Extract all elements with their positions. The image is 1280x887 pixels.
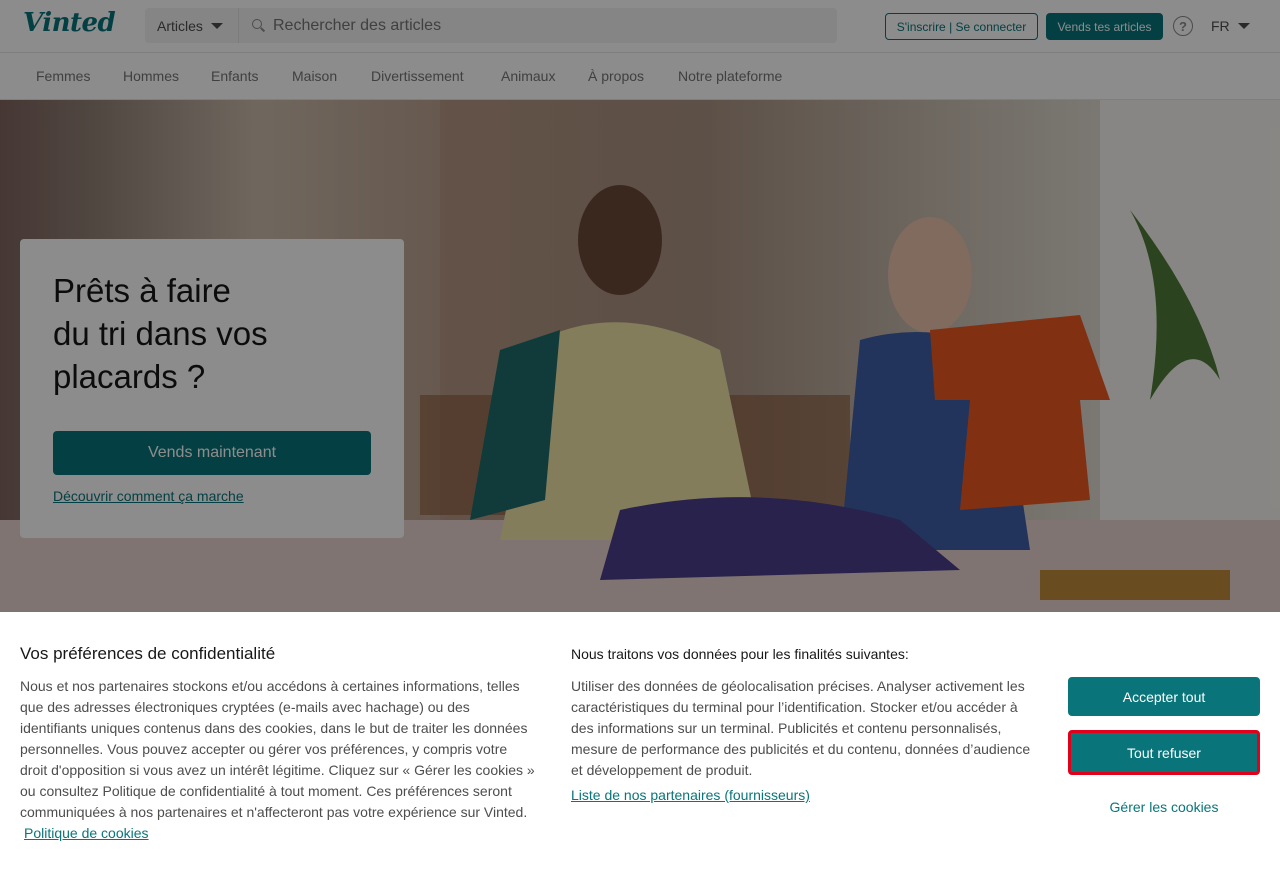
cookie-banner: Vos préférences de confidentialité Nous … bbox=[0, 612, 1280, 887]
purposes-text: Utiliser des données de géolocalisation … bbox=[571, 678, 1031, 778]
purposes-title: Nous traitons vos données pour les final… bbox=[571, 646, 909, 662]
cookie-description-text: Nous et nos partenaires stockons et/ou a… bbox=[20, 678, 535, 820]
manage-cookies-button[interactable]: Gérer les cookies bbox=[1068, 796, 1260, 818]
cookie-description: Nous et nos partenaires stockons et/ou a… bbox=[20, 676, 535, 844]
partners-link[interactable]: Liste de nos partenaires (fournisseurs) bbox=[571, 787, 810, 803]
modal-overlay bbox=[0, 0, 1280, 612]
accept-all-button[interactable]: Accepter tout bbox=[1068, 677, 1260, 716]
cookie-title: Vos préférences de confidentialité bbox=[20, 644, 276, 663]
cookie-policy-link[interactable]: Politique de cookies bbox=[24, 825, 149, 841]
refuse-all-button[interactable]: Tout refuser bbox=[1068, 730, 1260, 775]
